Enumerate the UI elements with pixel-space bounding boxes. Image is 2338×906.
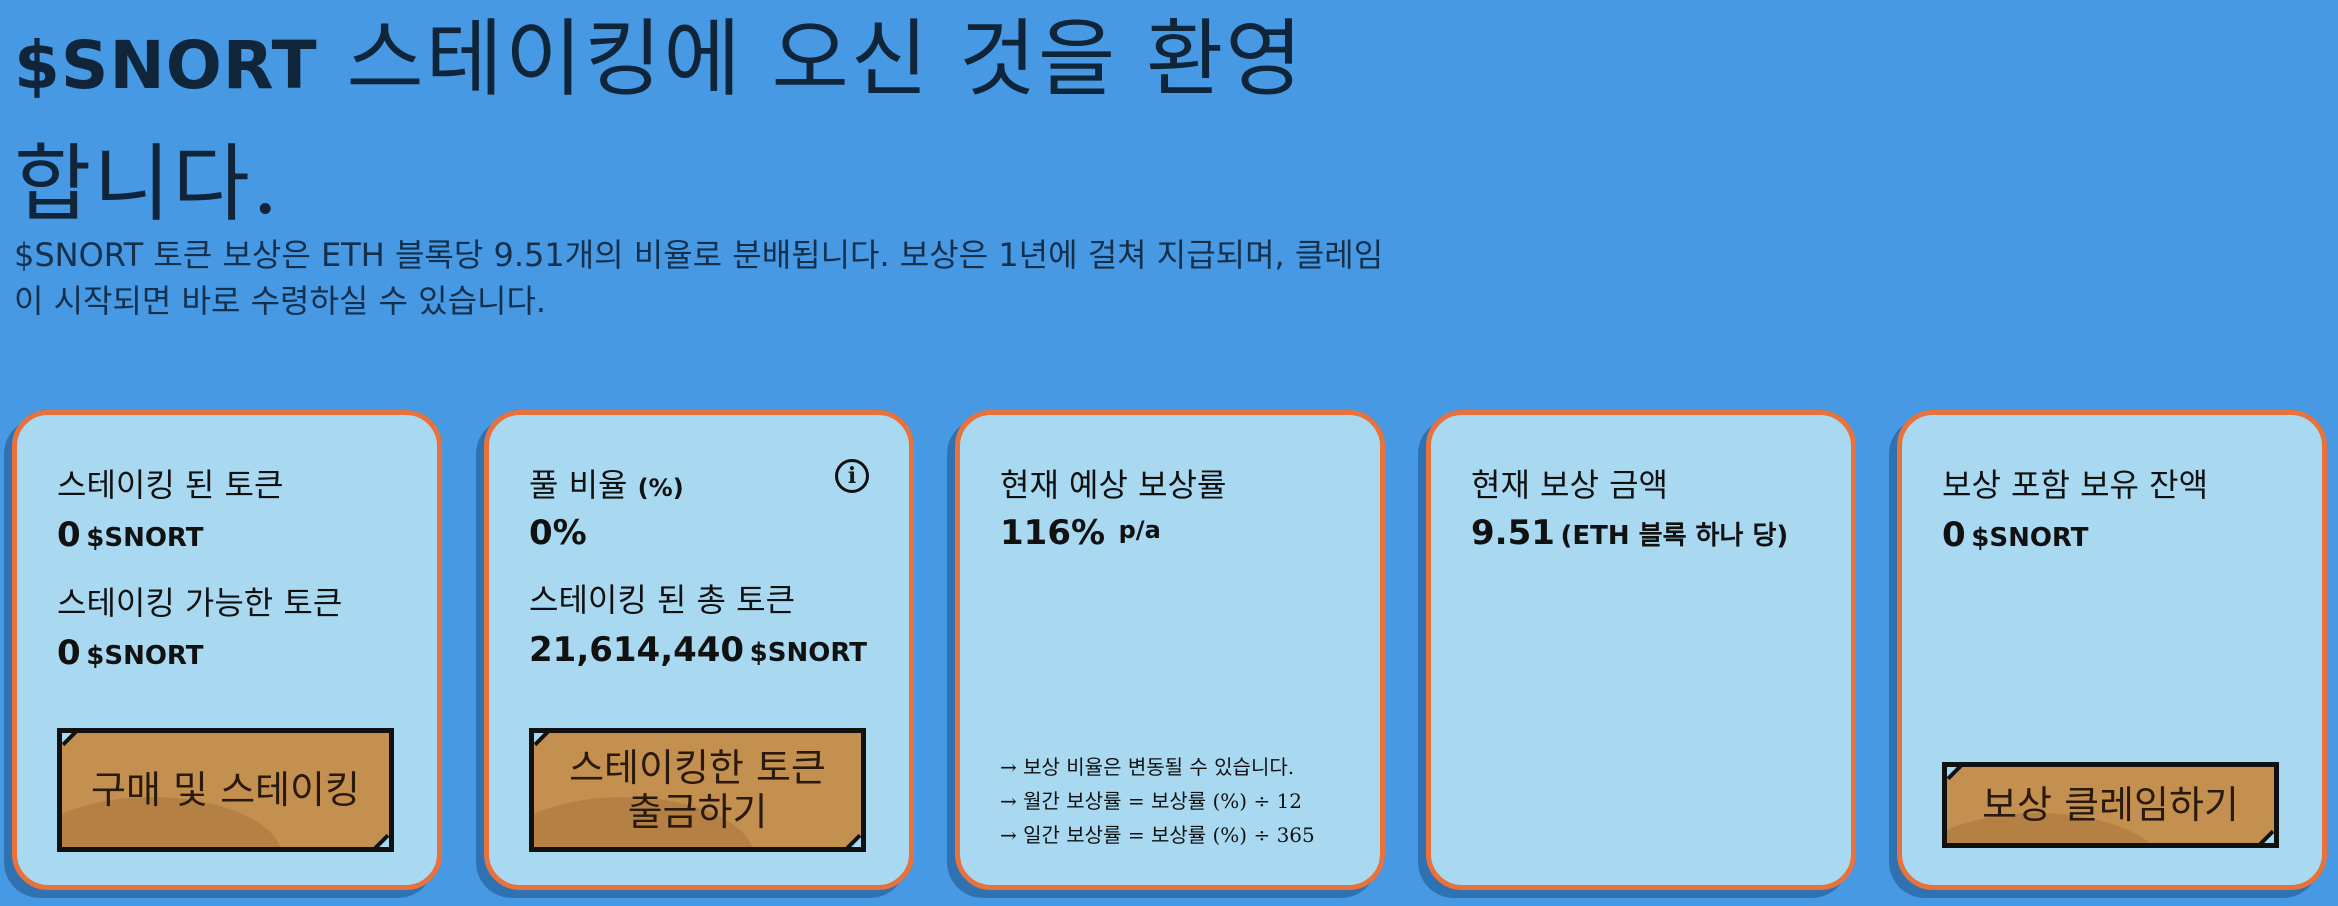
buy-and-stake-button[interactable]: 구매 및 스테이킹 — [57, 728, 394, 852]
current-reward-value: 9.51 (ETH 블록 하나 당) — [1471, 513, 1788, 553]
total-staked-unit: $SNORT — [749, 638, 867, 668]
current-reward-label: 현재 보상 금액 — [1471, 466, 1668, 504]
stakeable-tokens-label: 스테이킹 가능한 토큰 — [57, 584, 343, 622]
apy-label: 현재 예상 보상률 — [1000, 466, 1227, 504]
apy-notes: → 보상 비율은 변동될 수 있습니다. → 월간 보상률 = 보상률 (%) … — [1000, 750, 1315, 852]
current-reward-amount: 9.51 — [1471, 513, 1555, 553]
current-reward-card: 현재 보상 금액 9.51 (ETH 블록 하나 당) — [1426, 410, 1856, 890]
brand-name: $SNORT — [14, 27, 318, 104]
apy-note: → 보상 비율은 변동될 수 있습니다. — [1000, 755, 1295, 779]
pool-ratio-value: 0% — [529, 513, 587, 553]
buy-and-stake-label: 구매 및 스테이킹 — [91, 768, 360, 812]
stakeable-tokens-value: 0 $SNORT — [57, 633, 204, 673]
claim-rewards-button[interactable]: 보상 클레임하기 — [1942, 762, 2279, 848]
withdraw-staked-button[interactable]: 스테이킹한 토큰 출금하기 — [529, 728, 866, 852]
staked-tokens-card: 스테이킹 된 토큰 0 $SNORT 스테이킹 가능한 토큰 0 $SNORT … — [12, 410, 442, 890]
pool-ratio-card: 풀 비율 (%) i 0% 스테이킹 된 총 토큰 21,614,440 $SN… — [484, 410, 914, 890]
balance-amount: 0 — [1942, 515, 1966, 555]
total-staked-amount: 21,614,440 — [529, 630, 745, 670]
info-icon[interactable]: i — [835, 459, 869, 493]
current-reward-unit: (ETH 블록 하나 당) — [1560, 521, 1789, 551]
apy-value: 116% p/a — [1000, 513, 1161, 553]
total-staked-value: 21,614,440 $SNORT — [529, 630, 867, 670]
pool-ratio-label: 풀 비율 (%) — [529, 460, 684, 506]
apy-amount: 116% — [1000, 513, 1106, 553]
apy-note: → 일간 보상률 = 보상률 (%) ÷ 365 — [1000, 823, 1315, 847]
pool-ratio-amount: 0% — [529, 513, 587, 553]
pool-ratio-label-text: 풀 비율 — [529, 466, 628, 504]
apy-card: 현재 예상 보상률 116% p/a → 보상 비율은 변동될 수 있습니다. … — [955, 410, 1385, 890]
balance-card: 보상 포함 보유 잔액 0 $SNORT 보상 클레임하기 — [1897, 410, 2327, 890]
staked-tokens-amount: 0 — [57, 515, 81, 555]
page-title: $SNORT 스테이킹에 오신 것을 환영합니다. — [14, 0, 1344, 243]
apy-note: → 월간 보상률 = 보상률 (%) ÷ 12 — [1000, 789, 1303, 813]
balance-label: 보상 포함 보유 잔액 — [1942, 466, 2209, 504]
balance-unit: $SNORT — [1971, 523, 2089, 553]
staked-tokens-label: 스테이킹 된 토큰 — [57, 466, 284, 504]
total-staked-label: 스테이킹 된 총 토큰 — [529, 581, 796, 619]
staked-tokens-value: 0 $SNORT — [57, 515, 204, 555]
balance-value: 0 $SNORT — [1942, 515, 2089, 555]
stakeable-tokens-unit: $SNORT — [86, 641, 204, 671]
staked-tokens-unit: $SNORT — [86, 523, 204, 553]
pool-ratio-label-unit: (%) — [637, 474, 684, 502]
page-description: $SNORT 토큰 보상은 ETH 블록당 9.51개의 비율로 분배됩니다. … — [14, 236, 1384, 320]
apy-unit: p/a — [1118, 515, 1161, 544]
withdraw-staked-label: 스테이킹한 토큰 출금하기 — [569, 746, 826, 834]
stakeable-tokens-amount: 0 — [57, 633, 81, 673]
claim-rewards-label: 보상 클레임하기 — [1982, 783, 2239, 827]
